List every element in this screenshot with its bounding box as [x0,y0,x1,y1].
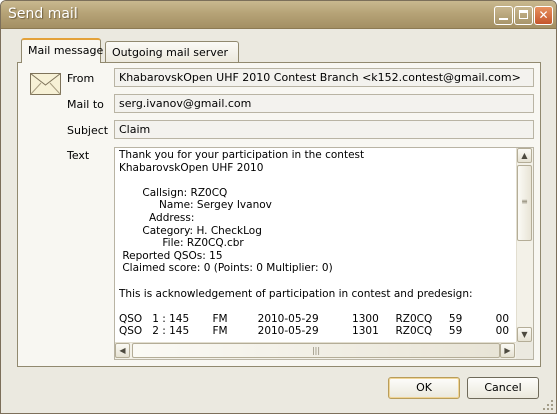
tab-mail-message-label: Mail message [28,44,104,57]
scrollbar-corner [516,342,533,359]
mail-to-field[interactable]: serg.ivanov@gmail.com [114,94,534,113]
minimize-button[interactable] [494,6,513,25]
close-button[interactable]: ✕ [534,6,553,25]
chevron-left-icon: ◀ [119,346,126,355]
scroll-up-button[interactable]: ▲ [517,148,532,163]
ok-button[interactable]: OK [388,377,460,399]
chevron-right-icon: ▶ [504,346,511,355]
mail-to-label: Mail to [67,98,104,111]
subject-label: Subject [67,124,109,137]
grip-icon: ≡ [521,197,528,206]
minimize-icon [499,18,508,20]
mail-message-panel: From KhabarovskOpen UHF 2010 Contest Bra… [17,62,541,367]
send-mail-dialog: Send mail ✕ Mail message Outgoing mail s… [0,0,557,414]
scroll-right-button[interactable]: ▶ [500,343,515,358]
chevron-up-icon: ▲ [521,151,528,160]
from-field[interactable]: KhabarovskOpen UHF 2010 Contest Branch <… [114,68,534,87]
tab-outgoing-mail-server[interactable]: Outgoing mail server [105,41,239,62]
horizontal-scroll-thumb[interactable]: ||| [132,343,500,358]
message-text-area[interactable]: Thank you for your participation in the … [114,147,534,360]
from-label: From [67,72,95,85]
scroll-down-button[interactable]: ▼ [517,327,532,342]
resize-grip-icon[interactable] [542,399,554,411]
close-icon: ✕ [538,8,549,22]
grip-icon: ||| [311,346,321,355]
vertical-scrollbar[interactable]: ▲ ≡ ▼ [516,148,533,344]
maximize-icon [519,10,528,19]
envelope-icon [30,73,61,95]
maximize-button[interactable] [514,6,533,25]
tab-outgoing-mail-server-label: Outgoing mail server [112,46,229,59]
vertical-scroll-thumb[interactable]: ≡ [517,165,532,241]
title-bar[interactable]: Send mail ✕ [1,1,556,29]
subject-field[interactable]: Claim [114,120,534,139]
cancel-button[interactable]: Cancel [467,377,539,399]
text-label: Text [67,149,90,162]
window-title: Send mail [8,6,78,22]
message-text[interactable]: Thank you for your participation in the … [119,149,513,343]
tab-mail-message[interactable]: Mail message [21,38,104,63]
horizontal-scrollbar[interactable]: ◀ ||| ▶ [115,342,516,359]
scroll-left-button[interactable]: ◀ [115,343,130,358]
chevron-down-icon: ▼ [521,330,528,339]
